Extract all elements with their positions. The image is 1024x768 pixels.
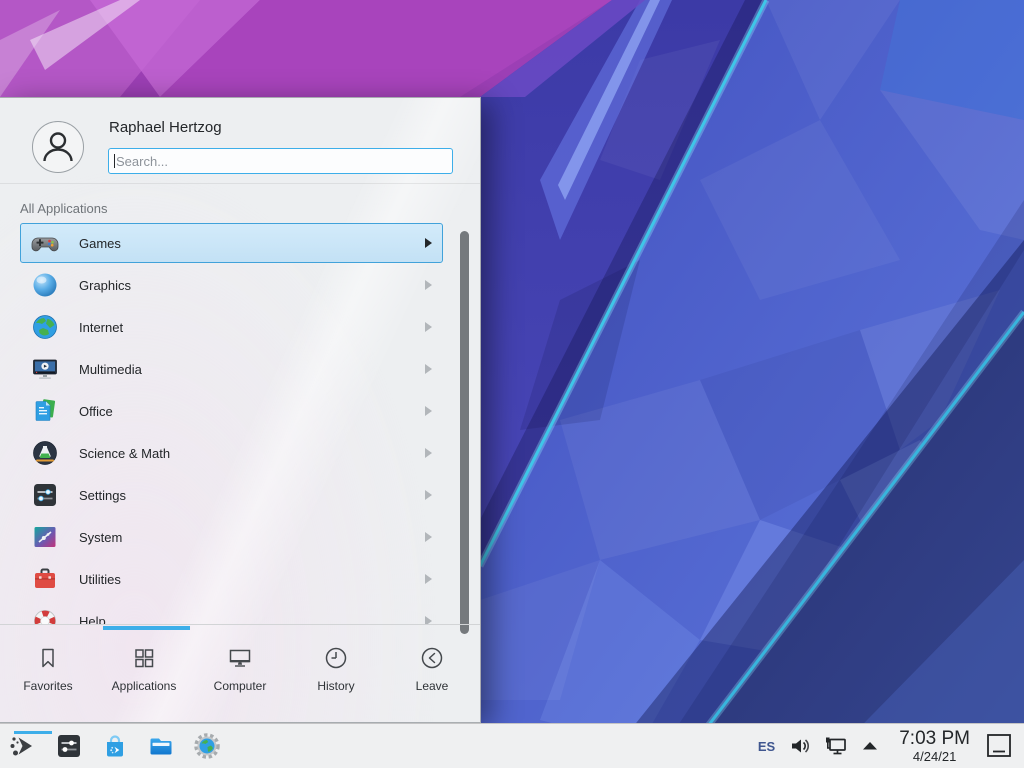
tab-label: History <box>317 679 354 693</box>
tab-favorites[interactable]: Favorites <box>0 631 96 719</box>
category-label: Science & Math <box>79 446 424 461</box>
system-sliders-icon <box>31 523 59 551</box>
globe-icon <box>31 313 59 341</box>
kde-launcher-icon <box>8 731 38 761</box>
launcher-tab-bar: Favorites Applications Computer <box>0 631 480 719</box>
leave-icon <box>419 645 445 671</box>
category-graphics[interactable]: Graphics <box>20 265 443 305</box>
category-help[interactable]: Help <box>20 601 443 624</box>
category-system[interactable]: System <box>20 517 443 557</box>
category-science-math[interactable]: Science & Math <box>20 433 443 473</box>
taskbar: ES <box>0 723 1024 768</box>
category-label: Utilities <box>79 572 424 587</box>
tab-computer[interactable]: Computer <box>192 631 288 719</box>
tab-label: Computer <box>214 679 267 693</box>
toolbox-icon <box>31 565 59 593</box>
lifebuoy-icon <box>31 607 59 624</box>
show-desktop-button[interactable] <box>984 731 1014 761</box>
submenu-arrow-icon <box>424 490 432 500</box>
keyboard-layout-indicator[interactable]: ES <box>758 739 775 754</box>
system-settings-button[interactable] <box>54 731 84 761</box>
submenu-arrow-icon <box>424 448 432 458</box>
tab-label: Favorites <box>23 679 72 693</box>
tab-history[interactable]: History <box>288 631 384 719</box>
scrollbar-handle[interactable] <box>460 231 469 634</box>
taskbar-apps <box>8 731 238 761</box>
folder-icon <box>146 731 176 761</box>
submenu-arrow-icon <box>424 574 432 584</box>
category-list: Games Graphics <box>0 223 480 624</box>
tab-leave[interactable]: Leave <box>384 631 480 719</box>
footer-separator <box>0 624 480 625</box>
tab-label: Applications <box>112 679 177 693</box>
settings-sliders-icon <box>31 481 59 509</box>
category-utilities[interactable]: Utilities <box>20 559 443 599</box>
digital-clock[interactable]: 7:03 PM 4/24/21 <box>899 729 970 763</box>
category-label: Office <box>79 404 424 419</box>
application-launcher-button[interactable] <box>8 731 38 761</box>
gamepad-icon <box>31 229 59 257</box>
category-games[interactable]: Games <box>20 223 443 263</box>
category-office[interactable]: Office <box>20 391 443 431</box>
network-icon[interactable] <box>823 733 849 759</box>
category-label: System <box>79 530 424 545</box>
discover-button[interactable] <box>100 731 130 761</box>
desktop: Raphael Hertzog Search... All Applicatio… <box>0 0 1024 768</box>
search-placeholder: Search... <box>116 154 168 169</box>
tab-label: Leave <box>416 679 449 693</box>
app-grid-icon <box>131 645 157 671</box>
search-input[interactable]: Search... <box>108 148 453 174</box>
clock-date: 4/24/21 <box>899 750 970 763</box>
volume-icon[interactable] <box>789 733 815 759</box>
history-clock-icon <box>323 645 349 671</box>
tab-applications[interactable]: Applications <box>96 631 192 719</box>
category-multimedia[interactable]: Multimedia <box>20 349 443 389</box>
flask-icon <box>31 439 59 467</box>
submenu-arrow-icon <box>424 238 432 248</box>
show-desktop-icon <box>984 731 1014 761</box>
category-label: Help <box>79 614 424 625</box>
submenu-arrow-icon <box>424 616 432 624</box>
text-caret <box>114 154 115 168</box>
file-manager-button[interactable] <box>146 731 176 761</box>
submenu-arrow-icon <box>424 364 432 374</box>
category-label: Settings <box>79 488 424 503</box>
user-name: Raphael Hertzog <box>109 119 222 136</box>
computer-icon <box>227 645 253 671</box>
active-app-indicator <box>14 731 52 734</box>
submenu-arrow-icon <box>424 322 432 332</box>
category-label: Games <box>79 236 424 251</box>
avatar[interactable] <box>32 121 84 173</box>
globe-gear-icon <box>192 731 222 761</box>
sphere-icon <box>31 271 59 299</box>
category-internet[interactable]: Internet <box>20 307 443 347</box>
section-label: All Applications <box>20 201 107 216</box>
user-icon <box>34 123 82 171</box>
bookmark-icon <box>35 645 61 671</box>
active-tab-indicator <box>103 626 190 630</box>
discover-bag-icon <box>100 731 130 761</box>
submenu-arrow-icon <box>424 406 432 416</box>
application-launcher-menu: Raphael Hertzog Search... All Applicatio… <box>0 97 481 723</box>
documents-icon <box>31 397 59 425</box>
web-browser-button[interactable] <box>192 731 222 761</box>
category-label: Internet <box>79 320 424 335</box>
expand-tray-icon[interactable] <box>857 733 883 759</box>
submenu-arrow-icon <box>424 532 432 542</box>
clock-time: 7:03 PM <box>899 729 970 748</box>
media-monitor-icon <box>31 355 59 383</box>
system-tray: ES <box>758 729 1018 763</box>
category-label: Multimedia <box>79 362 424 377</box>
category-label: Graphics <box>79 278 424 293</box>
launcher-header: Raphael Hertzog Search... <box>0 98 480 184</box>
submenu-arrow-icon <box>424 280 432 290</box>
category-settings[interactable]: Settings <box>20 475 443 515</box>
settings-sliders-icon <box>54 731 84 761</box>
